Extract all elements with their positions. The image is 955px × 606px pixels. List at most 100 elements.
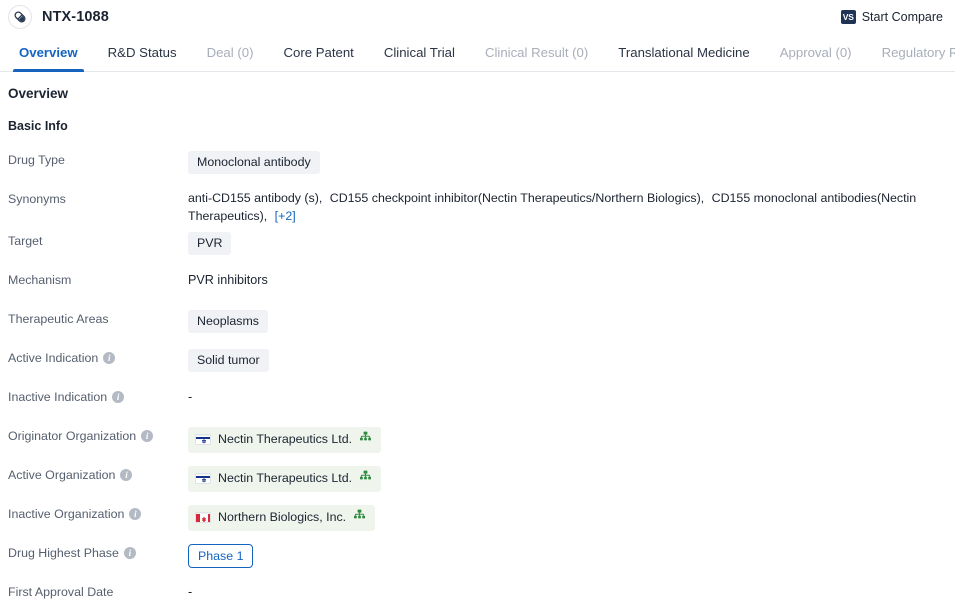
field-row-inactive-indication: Inactive Indication i - bbox=[8, 382, 947, 421]
overview-panel: ········ ········ ········ ········ ····… bbox=[0, 72, 955, 606]
field-label: Therapeutic Areas bbox=[8, 304, 188, 326]
field-row-first-approval-date: First Approval Date - bbox=[8, 577, 947, 606]
field-label: Active Indication i bbox=[8, 343, 188, 365]
field-label-text: Therapeutic Areas bbox=[8, 311, 109, 326]
field-value: Neoplasms bbox=[188, 304, 947, 333]
info-icon[interactable]: i bbox=[120, 468, 133, 481]
field-label-text: Inactive Organization bbox=[8, 506, 125, 521]
inactive-organization-chip[interactable]: Northern Biologics, Inc. bbox=[188, 504, 376, 531]
info-icon[interactable]: i bbox=[123, 546, 136, 559]
field-label: Synonyms bbox=[8, 184, 188, 206]
field-value: Solid tumor bbox=[188, 343, 947, 372]
field-value: Monoclonal antibody bbox=[188, 145, 947, 174]
vs-badge-icon: VS bbox=[840, 10, 856, 24]
field-value: Nectin Therapeutics Ltd. bbox=[188, 460, 947, 492]
field-label-text: Drug Highest Phase bbox=[8, 545, 119, 560]
field-label: Inactive Organization i bbox=[8, 499, 188, 521]
tab-label: Core Patent bbox=[283, 45, 354, 60]
status-badge[interactable]: Phase 1 bbox=[188, 543, 254, 569]
field-row-drug-type: Drug Type Monoclonal antibody bbox=[8, 145, 947, 184]
field-value: - bbox=[188, 577, 947, 601]
israel-flag-icon bbox=[195, 473, 211, 485]
field-row-target: Target PVR bbox=[8, 226, 947, 265]
field-label: Originator Organization i bbox=[8, 421, 188, 443]
tab-regulatory-review[interactable]: Regulatory Review (0) bbox=[867, 34, 955, 71]
tab-clinical-result[interactable]: Clinical Result (0) bbox=[470, 34, 603, 71]
field-row-active-organization: Active Organization i Nectin Therapeutic… bbox=[8, 460, 947, 499]
start-compare-label: Start Compare bbox=[861, 10, 943, 24]
active-organization-chip[interactable]: Nectin Therapeutics Ltd. bbox=[188, 465, 382, 492]
israel-flag-icon bbox=[195, 434, 211, 446]
field-label: Drug Highest Phase i bbox=[8, 538, 188, 560]
tab-label: Translational Medicine bbox=[618, 45, 750, 60]
field-row-inactive-organization: Inactive Organization i Northern Biologi… bbox=[8, 499, 947, 538]
organization-name: Northern Biologics, Inc. bbox=[218, 509, 347, 524]
synonym-item: anti-CD155 antibody (s), bbox=[188, 191, 323, 205]
field-label: Drug Type bbox=[8, 145, 188, 167]
tab-overview[interactable]: Overview bbox=[4, 34, 93, 72]
field-label: Target bbox=[8, 226, 188, 248]
field-label-text: Target bbox=[8, 233, 43, 248]
inactive-indication-value: - bbox=[188, 389, 193, 404]
originator-organization-chip[interactable]: Nectin Therapeutics Ltd. bbox=[188, 426, 382, 453]
tab-approval[interactable]: Approval (0) bbox=[765, 34, 867, 71]
first-approval-date-value: - bbox=[188, 584, 193, 599]
capsule-icon bbox=[8, 5, 32, 29]
organization-name: Nectin Therapeutics Ltd. bbox=[218, 470, 353, 485]
field-label-text: Synonyms bbox=[8, 192, 66, 206]
field-label-text: Drug Type bbox=[8, 153, 65, 167]
therapeutic-area-tag[interactable]: Neoplasms bbox=[188, 309, 268, 333]
field-label: Active Organization i bbox=[8, 460, 188, 482]
page-title: NTX-1088 bbox=[42, 9, 109, 25]
org-tree-icon[interactable] bbox=[353, 509, 366, 527]
tab-label: Deal (0) bbox=[206, 45, 254, 60]
tab-clinical-trial[interactable]: Clinical Trial bbox=[369, 34, 470, 71]
target-tag[interactable]: PVR bbox=[188, 231, 232, 255]
info-icon[interactable]: i bbox=[112, 390, 125, 403]
field-row-mechanism: Mechanism PVR inhibitors bbox=[8, 265, 947, 304]
organization-name: Nectin Therapeutics Ltd. bbox=[218, 431, 353, 446]
tab-label: Approval (0) bbox=[779, 45, 852, 60]
tab-core-patent[interactable]: Core Patent bbox=[268, 34, 368, 71]
tab-label: Regulatory Review (0) bbox=[881, 45, 955, 60]
field-label: Inactive Indication i bbox=[8, 382, 188, 404]
field-value: Phase 1 bbox=[188, 538, 947, 569]
synonyms-more-link[interactable]: [+2] bbox=[275, 209, 296, 223]
tab-label: Clinical Result (0) bbox=[484, 45, 589, 60]
tab-translational-medicine[interactable]: Translational Medicine bbox=[603, 34, 764, 71]
tab-rd-status[interactable]: R&D Status bbox=[93, 34, 192, 71]
tab-label: Overview bbox=[19, 45, 78, 60]
org-tree-icon[interactable] bbox=[359, 431, 372, 449]
active-indication-tag[interactable]: Solid tumor bbox=[188, 348, 269, 372]
synonym-item: CD155 checkpoint inhibitor(Nectin Therap… bbox=[329, 191, 705, 205]
mechanism-value: PVR inhibitors bbox=[188, 272, 268, 287]
start-compare-button[interactable]: VS Start Compare bbox=[840, 10, 943, 24]
field-label-text: First Approval Date bbox=[8, 584, 114, 599]
field-row-drug-highest-phase: Drug Highest Phase i Phase 1 bbox=[8, 538, 947, 577]
field-label-text: Mechanism bbox=[8, 272, 72, 287]
drug-type-tag[interactable]: Monoclonal antibody bbox=[188, 151, 320, 174]
field-row-originator-organization: Originator Organization i Nectin Therape… bbox=[8, 421, 947, 460]
subsection-title: Basic Info bbox=[8, 119, 68, 133]
field-value: Nectin Therapeutics Ltd. bbox=[188, 421, 947, 453]
field-value: PVR bbox=[188, 226, 947, 255]
tab-label: R&D Status bbox=[107, 45, 177, 60]
tab-label: Clinical Trial bbox=[383, 45, 455, 60]
tab-bar: Overview R&D Status Deal (0) Core Patent… bbox=[0, 34, 955, 72]
field-row-therapeutic-areas: Therapeutic Areas Neoplasms bbox=[8, 304, 947, 343]
info-icon[interactable]: i bbox=[141, 429, 154, 442]
section-title: Overview bbox=[8, 86, 69, 101]
field-value: Northern Biologics, Inc. bbox=[188, 499, 947, 531]
field-label-text: Inactive Indication bbox=[8, 389, 108, 404]
info-icon[interactable]: i bbox=[103, 351, 116, 364]
field-label-text: Originator Organization bbox=[8, 428, 137, 443]
canada-flag-icon bbox=[195, 512, 211, 524]
org-tree-icon[interactable] bbox=[359, 470, 372, 488]
tab-deal[interactable]: Deal (0) bbox=[192, 34, 269, 71]
field-value: PVR inhibitors bbox=[188, 265, 947, 289]
info-icon[interactable]: i bbox=[129, 507, 142, 520]
field-label: First Approval Date bbox=[8, 577, 188, 599]
field-label-text: Active Organization bbox=[8, 467, 116, 482]
app-header: NTX-1088 VS Start Compare bbox=[0, 0, 955, 34]
field-value: anti-CD155 antibody (s), CD155 checkpoin… bbox=[188, 184, 947, 226]
